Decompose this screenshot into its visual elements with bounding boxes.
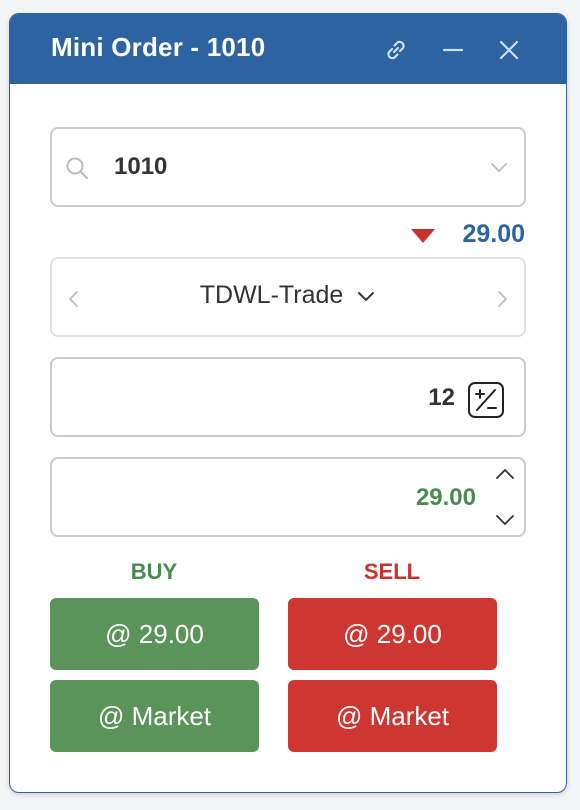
symbol-search-field[interactable]: 1010 — [50, 127, 526, 207]
exchange-dropdown[interactable]: TDWL-Trade — [52, 281, 524, 310]
chevron-down-icon[interactable] — [494, 511, 516, 529]
close-icon[interactable] — [494, 35, 524, 65]
sell-at-price-button[interactable]: @ 29.00 — [288, 598, 497, 670]
exchange-selector[interactable]: TDWL-Trade — [50, 257, 526, 337]
last-price: 29.00 — [462, 220, 525, 248]
chevron-right-icon[interactable] — [492, 287, 512, 311]
minimize-icon[interactable] — [438, 35, 468, 65]
plus-minus-icon[interactable] — [467, 381, 505, 419]
sell-label: SELL — [363, 559, 421, 584]
buy-label: BUY — [130, 559, 178, 584]
buy-at-price-button[interactable]: @ 29.00 — [50, 598, 259, 670]
sell-at-market-button[interactable]: @ Market — [288, 680, 497, 752]
exchange-label: TDWL-Trade — [199, 281, 344, 309]
title-bar: Mini Order - 1010 — [10, 14, 566, 84]
symbol-input[interactable]: 1010 — [114, 153, 167, 181]
price-down-icon — [411, 229, 435, 243]
chevron-up-icon[interactable] — [494, 465, 516, 483]
last-price-indicator: 29.00 — [325, 219, 525, 249]
window-title: Mini Order - 1010 — [51, 32, 266, 62]
search-icon — [66, 157, 88, 179]
quantity-input[interactable]: 12 — [428, 384, 455, 412]
link-icon[interactable] — [381, 35, 411, 65]
chevron-down-icon — [358, 292, 375, 302]
limit-price-field[interactable]: 29.00 — [50, 457, 526, 537]
buy-at-market-button[interactable]: @ Market — [50, 680, 259, 752]
chevron-down-icon[interactable] — [488, 156, 510, 178]
quantity-field[interactable]: 12 — [50, 357, 526, 437]
mini-order-window: Mini Order - 1010 1010 29.00 TDWL-Trade … — [9, 13, 567, 793]
limit-price-input[interactable]: 29.00 — [416, 484, 476, 512]
